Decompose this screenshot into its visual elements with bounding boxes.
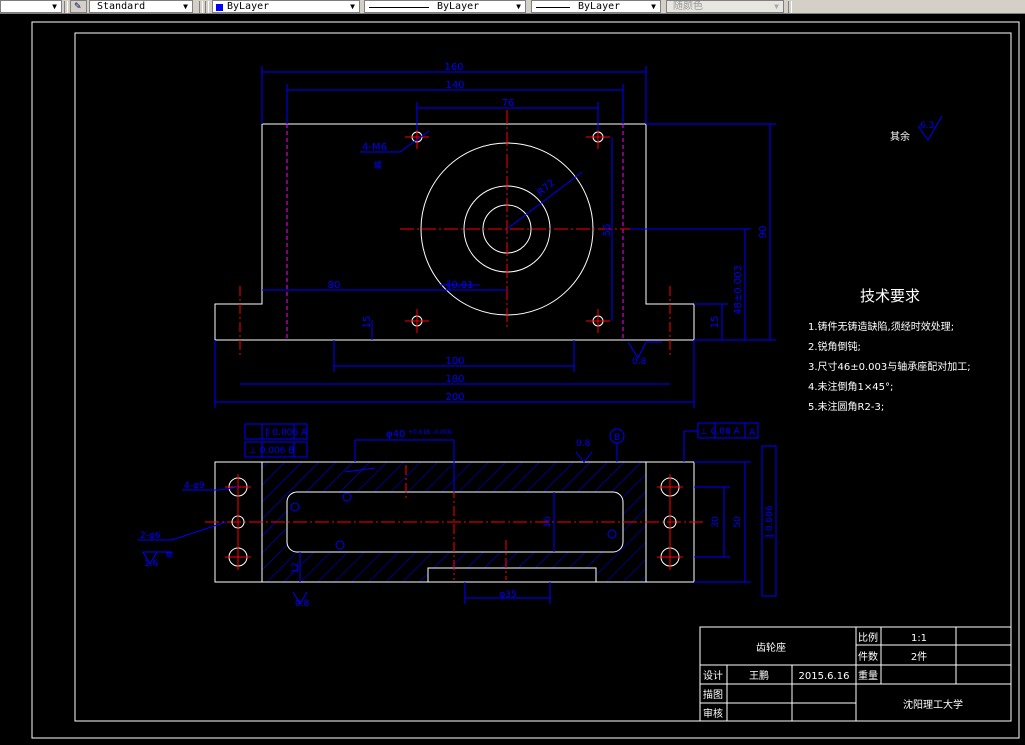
linetype-combo[interactable]: ByLayer ▼ (364, 0, 526, 13)
bolt-hole (586, 309, 610, 333)
holes-callout: 4-M6 (362, 142, 387, 153)
part-name: 齿轮座 (756, 641, 786, 654)
color-swatch (216, 4, 223, 11)
bolt-hole (405, 309, 429, 333)
fcf-vertical: ∥ 0.006 (765, 505, 775, 538)
design-date: 2015.6.16 (799, 671, 850, 682)
dim-15b: 15 (362, 316, 373, 329)
text-style-combo[interactable]: Standard ▼ (89, 0, 193, 13)
chevron-down-icon[interactable]: ▼ (180, 2, 191, 12)
dim-15: 15 (710, 316, 721, 329)
bottom-recess (427, 567, 597, 583)
cad-drawing: 160 140 76 80 ∥0.01 100 180 200 90 48±0.… (31, 21, 1020, 739)
lineweight-combo[interactable]: ByLayer ▼ (531, 0, 661, 13)
top-view: ∥ 0.006 A ⊥ 0.006 B φ40 +0.018 -0.008 ⊥ … (138, 422, 777, 609)
text-style-icon: ✎ (74, 2, 82, 12)
linetype-value: ByLayer (437, 1, 480, 12)
fcf-parallel: ∥ 0.006 A (265, 428, 308, 438)
drawing-canvas[interactable]: 160 140 76 80 ∥0.01 100 180 200 90 48±0.… (0, 14, 1025, 741)
dim-dia35: φ35 (499, 590, 516, 600)
dim-140: 140 (445, 80, 464, 91)
roughness-value: 0.8 (632, 357, 647, 367)
dim-12: 12 (291, 562, 301, 573)
toolbar-separator (64, 1, 68, 13)
toolbar-separator (205, 1, 209, 13)
pin-holes-callout: 2-φ6 (140, 531, 161, 541)
dim-200: 200 (445, 392, 464, 403)
quantity-label: 件数 (858, 650, 878, 663)
chevron-down-icon[interactable]: ▼ (513, 2, 524, 12)
roughness-value: 0.8 (295, 599, 310, 609)
text-style-manager-button[interactable]: ✎ (70, 0, 87, 13)
front-dimensions (214, 66, 776, 408)
check-label: 审核 (703, 707, 723, 720)
properties-toolbar: ▼ ✎ Standard ▼ ByLayer ▼ ByLayer ▼ ByLay… (0, 0, 1025, 14)
pin-holes-sub: 螺 (166, 550, 173, 559)
datum-a: A (749, 428, 756, 438)
toolbar-separator (199, 1, 203, 13)
dim-180: 180 (445, 374, 464, 385)
color-value: ByLayer (227, 1, 270, 12)
dim-100: 100 (445, 356, 464, 367)
dim-dia40-tol: +0.018 -0.008 (408, 429, 452, 436)
roughness-value: 1.6 (144, 559, 159, 569)
drawn-label: 描图 (703, 688, 723, 701)
dim-56: 56 (602, 224, 613, 237)
linetype-preview (369, 7, 429, 8)
technical-requirements: 技术要求 1.铸件无铸造缺陷,须经时效处理; 2.锐角倒钝; 3.尺寸46±0.… (808, 287, 971, 413)
text-style-value: Standard (97, 1, 146, 12)
dim-90: 90 (758, 226, 769, 239)
roughness-other-value: 6.3 (920, 121, 934, 131)
scale-label: 比例 (858, 631, 878, 644)
design-label: 设计 (703, 669, 723, 682)
chevron-down-icon[interactable]: ▼ (648, 2, 659, 12)
dim-160: 160 (444, 62, 463, 73)
dim-48: 48±0.003 (733, 265, 744, 315)
dim-dia40: φ40 (386, 429, 405, 440)
color-combo[interactable]: ByLayer ▼ (212, 0, 360, 13)
tech-req-item: 5.未注圆角R2-3; (808, 400, 884, 413)
tech-req-item: 1.铸件无铸造缺陷,须经时效处理; (808, 320, 954, 333)
fcf-perpendicular: ⊥ 0.006 B (249, 446, 295, 456)
tech-req-item: 3.尺寸46±0.003与轴承座配对加工; (808, 360, 971, 373)
front-dimension-text: 160 140 76 80 ∥0.01 100 180 200 90 48±0.… (328, 62, 769, 403)
designer-name: 王鹏 (749, 669, 769, 682)
tech-req-title: 技术要求 (860, 287, 920, 305)
chevron-down-icon[interactable]: ▼ (771, 2, 782, 12)
plot-style-combo[interactable]: 随颜色 ▼ (666, 0, 784, 13)
chevron-down-icon[interactable]: ▼ (49, 2, 60, 12)
chevron-down-icon[interactable]: ▼ (347, 2, 358, 12)
school-name: 沈阳理工大学 (903, 698, 963, 711)
quantity-value: 2件 (911, 651, 927, 663)
dim-30: 30 (711, 516, 721, 528)
dim-50: 50 (733, 516, 743, 528)
roughness-value: 0.8 (576, 439, 591, 449)
lineweight-preview (536, 7, 570, 8)
dim-80: 80 (328, 280, 341, 291)
fcf-perp-a: ⊥ 0.08 A (700, 427, 741, 437)
holes-callout-sub: 螺 (374, 160, 382, 170)
dim-76: 76 (502, 98, 515, 109)
outer-border (31, 21, 1020, 739)
title-block: 齿轮座 比例 1:1 件数 2件 重量 设计 王鹏 2015.6.16 描图 审… (699, 626, 1012, 722)
roughness-other: 其余 6.3 (890, 115, 943, 143)
lineweight-value: ByLayer (578, 1, 621, 12)
dim-tolerance: ∥0.01 (446, 280, 473, 291)
dim-16: 16 (543, 516, 553, 528)
tech-req-item: 4.未注倒角1×45°; (808, 380, 893, 393)
scale-value: 1:1 (911, 633, 927, 644)
holes-callout: 4-φ9 (184, 481, 205, 491)
datum-b: B (614, 433, 620, 443)
toolbar-separator (788, 1, 792, 13)
tech-req-item: 2.锐角倒钝; (808, 340, 861, 353)
roughness-other-label: 其余 (890, 130, 910, 143)
front-view: 160 140 76 80 ∥0.01 100 180 200 90 48±0.… (214, 62, 776, 408)
plot-style-value: 随颜色 (673, 1, 703, 12)
weight-label: 重量 (858, 669, 878, 682)
layer-combo[interactable]: ▼ (0, 0, 62, 13)
dim-r72: R72 (535, 178, 557, 199)
